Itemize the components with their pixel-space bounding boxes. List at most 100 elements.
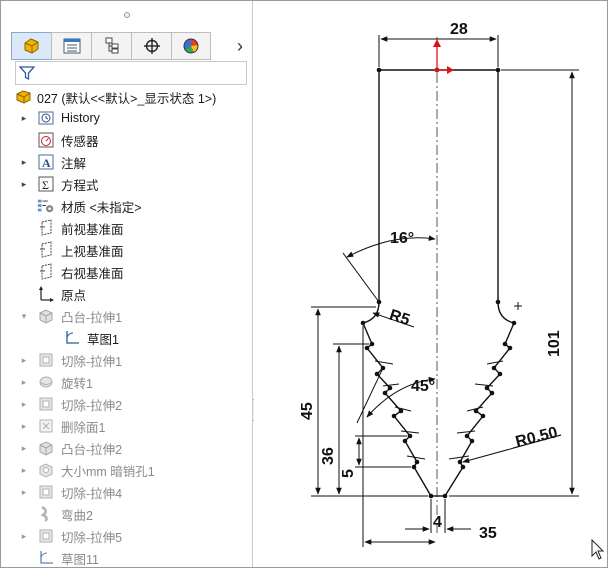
- cut-extrude-icon: [37, 395, 55, 413]
- tree-item[interactable]: ▸ History: [1, 107, 252, 129]
- tree-item[interactable]: 传感器: [1, 129, 252, 151]
- tree-item[interactable]: 弯曲2: [1, 503, 252, 525]
- sketch-icon: [63, 329, 81, 347]
- tree-item[interactable]: ▸ 切除-拉伸2: [1, 393, 252, 415]
- plane-icon: [37, 219, 55, 237]
- tree-item[interactable]: 右视基准面: [1, 261, 252, 283]
- tree-item-label: 原点: [61, 288, 87, 303]
- feature-manager-panel: › 027 (默认<<默认>_显示状态 1>) ▸ History 传感器 ▸ A 注解 ▸…: [1, 1, 253, 567]
- tree-item[interactable]: ▸ 大小mm 暗销孔1: [1, 459, 252, 481]
- tree-item[interactable]: 材质 <未指定>: [1, 195, 252, 217]
- dimxpert-manager-tab[interactable]: [131, 32, 171, 60]
- expand-arrow-icon[interactable]: ▸: [19, 157, 29, 167]
- grip-dot: [124, 12, 130, 18]
- sketch-icon: [37, 549, 55, 567]
- property-manager-icon: [63, 38, 80, 54]
- dim-height-45[interactable]: 45: [299, 402, 316, 420]
- dim-angle-45[interactable]: 45°: [411, 378, 435, 395]
- tree-item[interactable]: ▸ Σ 方程式: [1, 173, 252, 195]
- tree-item-label: 上视基准面: [61, 244, 124, 259]
- feature-manager-icon: [24, 38, 38, 54]
- tabs-next-button[interactable]: ›: [231, 34, 249, 58]
- origin-icon: [37, 285, 55, 303]
- dim-half-width[interactable]: 35: [479, 525, 497, 542]
- delete-face-icon: [37, 417, 55, 435]
- collapse-arrow-icon[interactable]: ▾: [19, 311, 29, 321]
- expand-arrow-icon[interactable]: ▸: [19, 531, 29, 541]
- dim-fillet-r5[interactable]: R5: [387, 307, 412, 330]
- plane-icon: [37, 263, 55, 281]
- profile-outline: [362, 69, 515, 497]
- annotation-icon: A: [37, 153, 55, 171]
- tree-item-label: 前视基准面: [61, 222, 124, 237]
- tree-item[interactable]: ▸ 切除-拉伸4: [1, 481, 252, 503]
- feature-tree: 027 (默认<<默认>_显示状态 1>) ▸ History 传感器 ▸ A 注解 ▸ Σ 方…: [1, 87, 252, 567]
- tree-item-label: 凸台-拉伸1: [61, 310, 123, 325]
- dim-tip-width[interactable]: 4: [433, 514, 442, 531]
- history-icon: [37, 109, 55, 127]
- tree-item-label: 删除面1: [61, 420, 106, 435]
- display-manager-tab[interactable]: [171, 32, 211, 60]
- tree-item-label: 弯曲2: [61, 508, 93, 523]
- expand-arrow-icon[interactable]: ▸: [19, 113, 29, 123]
- origin-marker: [433, 39, 454, 74]
- tree-item[interactable]: ▾ 凸台-拉伸1: [1, 305, 252, 327]
- tree-item-label: 切除-拉伸5: [61, 530, 123, 545]
- tree-item-label: 旋转1: [61, 376, 93, 391]
- tree-item[interactable]: ▸ 切除-拉伸5: [1, 525, 252, 547]
- dim-top-width[interactable]: 28: [450, 21, 468, 38]
- part-icon: [15, 88, 33, 106]
- tree-item[interactable]: 前视基准面: [1, 217, 252, 239]
- tree-item[interactable]: ▸ 旋转1: [1, 371, 252, 393]
- tree-item-label: 右视基准面: [61, 266, 124, 281]
- tree-item-label: 草图11: [61, 552, 99, 567]
- property-manager-tab[interactable]: [51, 32, 91, 60]
- svg-text:A: A: [42, 156, 51, 170]
- filter-bar[interactable]: [15, 61, 247, 85]
- tree-item[interactable]: 草图1: [1, 327, 252, 349]
- plane-icon: [37, 241, 55, 259]
- expand-arrow-icon[interactable]: ▸: [19, 465, 29, 475]
- tree-item-label: 传感器: [61, 134, 99, 149]
- boss-extrude-icon: [37, 307, 55, 325]
- configuration-manager-tab[interactable]: [91, 32, 131, 60]
- panel-grip[interactable]: [1, 1, 252, 29]
- tree-item[interactable]: ▸ A 注解: [1, 151, 252, 173]
- svg-text:Σ: Σ: [42, 178, 49, 192]
- dim-angle-16[interactable]: 16°: [390, 230, 414, 247]
- tree-item[interactable]: ▸ 凸台-拉伸2: [1, 437, 252, 459]
- manager-tabs: [11, 32, 211, 60]
- tree-item-label: 切除-拉伸1: [61, 354, 123, 369]
- tree-item-label: 注解: [61, 156, 87, 171]
- tree-item-label: 切除-拉伸2: [61, 398, 123, 413]
- cut-extrude-icon: [37, 351, 55, 369]
- tree-item-label: History: [61, 111, 100, 125]
- expand-arrow-icon[interactable]: ▸: [19, 179, 29, 189]
- configuration-manager-icon: [105, 37, 118, 54]
- tree-root[interactable]: 027 (默认<<默认>_显示状态 1>): [1, 87, 252, 107]
- material-icon: [37, 197, 55, 215]
- expand-arrow-icon[interactable]: ▸: [19, 399, 29, 409]
- tree-item-label: 切除-拉伸4: [61, 486, 123, 501]
- expand-arrow-icon[interactable]: ▸: [19, 377, 29, 387]
- flex-icon: [37, 505, 55, 523]
- dim-fillet-r050[interactable]: R0.50: [514, 424, 560, 451]
- tree-item[interactable]: 原点: [1, 283, 252, 305]
- expand-arrow-icon[interactable]: ▸: [19, 355, 29, 365]
- expand-arrow-icon[interactable]: ▸: [19, 443, 29, 453]
- tree-item[interactable]: ▸ 删除面1: [1, 415, 252, 437]
- relation-ticks: [374, 360, 504, 460]
- tree-item[interactable]: ▸ 切除-拉伸1: [1, 349, 252, 371]
- revolve-icon: [37, 373, 55, 391]
- expand-arrow-icon[interactable]: ▸: [19, 421, 29, 431]
- tree-item-label: 大小mm 暗销孔1: [61, 464, 155, 479]
- dim-step-5[interactable]: 5: [340, 469, 357, 478]
- dim-overall-height[interactable]: 101: [546, 330, 563, 357]
- tree-item[interactable]: 草图11: [1, 547, 252, 567]
- graphics-area[interactable]: 28 16° R5 45° 101 45 36 5 R0.50 4 35: [254, 1, 607, 567]
- expand-arrow-icon[interactable]: ▸: [19, 487, 29, 497]
- tree-item[interactable]: 上视基准面: [1, 239, 252, 261]
- dim-height-36[interactable]: 36: [320, 447, 337, 465]
- feature-manager-tab[interactable]: [11, 32, 51, 60]
- sketch-points: [360, 67, 517, 499]
